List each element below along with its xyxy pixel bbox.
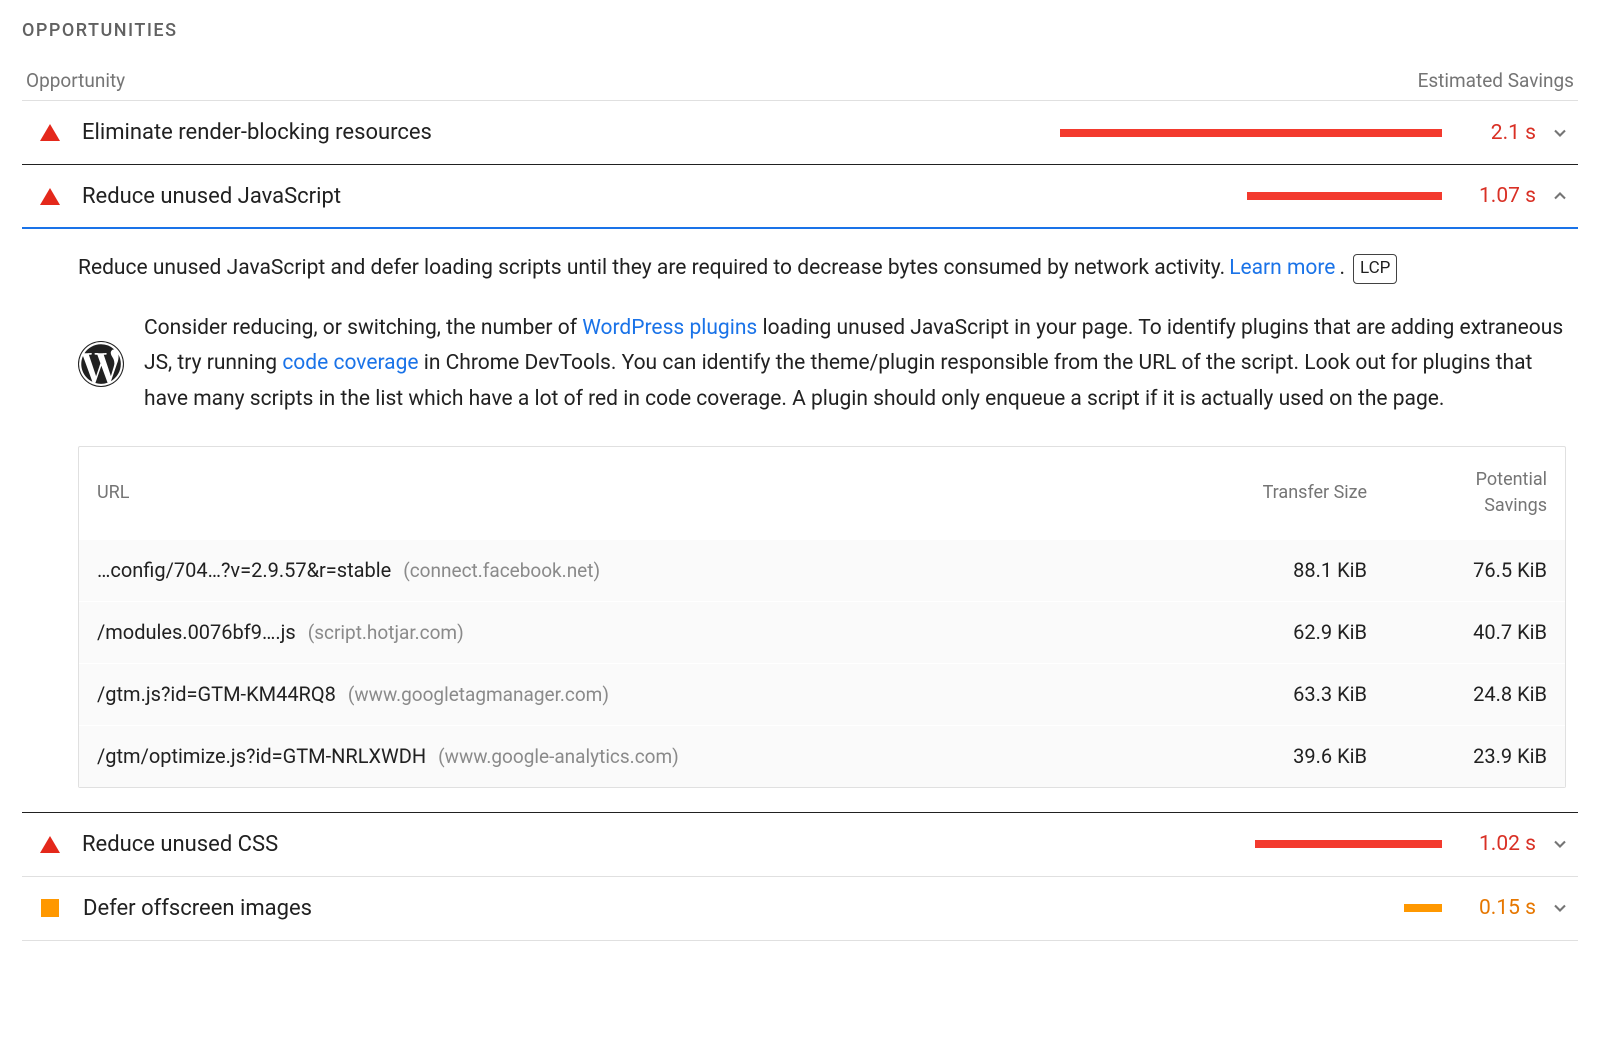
th-transfer: Transfer Size	[1187, 480, 1367, 505]
table-row: /gtm/optimize.js?id=GTM-NRLXWDH (www.goog…	[79, 725, 1565, 787]
url-table: URL Transfer Size PotentialSavings …conf…	[78, 446, 1566, 788]
opportunity-label: Defer offscreen images	[83, 896, 1060, 921]
warning-triangle-icon	[40, 836, 60, 853]
warning-triangle-icon	[40, 124, 60, 141]
col-savings: Estimated Savings	[1418, 69, 1574, 92]
detail-description: Reduce unused JavaScript and defer loadi…	[78, 253, 1566, 285]
savings-value: 1.02 s	[1464, 832, 1536, 856]
chevron-down-icon[interactable]	[1550, 123, 1570, 143]
transfer-size: 88.1 KiB	[1187, 558, 1367, 582]
potential-savings: 23.9 KiB	[1367, 744, 1547, 768]
opportunity-label: Reduce unused JavaScript	[82, 184, 1060, 209]
url-host: (script.hotjar.com)	[308, 621, 464, 644]
opportunity-label: Reduce unused CSS	[82, 832, 1060, 857]
wordpress-icon	[78, 341, 124, 387]
url-host: (www.google-analytics.com)	[438, 745, 679, 768]
chevron-down-icon[interactable]	[1550, 898, 1570, 918]
savings-bar	[1060, 192, 1442, 200]
learn-more-link[interactable]: Learn more	[1229, 253, 1335, 285]
warning-square-icon	[41, 899, 59, 917]
table-header: URL Transfer Size PotentialSavings	[79, 447, 1565, 539]
column-headers: Opportunity Estimated Savings	[22, 69, 1578, 101]
wordpress-plugins-link[interactable]: WordPress plugins	[582, 316, 757, 340]
col-opportunity: Opportunity	[26, 69, 125, 92]
lcp-badge: LCP	[1353, 254, 1397, 284]
url-path: /modules.0076bf9….js	[97, 620, 296, 644]
transfer-size: 62.9 KiB	[1187, 620, 1367, 644]
wp-text-1: Consider reducing, or switching, the num…	[144, 316, 582, 340]
opportunity-details: Reduce unused JavaScript and defer loadi…	[22, 229, 1578, 813]
th-url: URL	[97, 482, 1187, 503]
table-row: …config/704…?v=2.9.57&r=stable (connect.f…	[79, 539, 1565, 601]
desc-text: Reduce unused JavaScript and defer loadi…	[78, 253, 1225, 285]
savings-bar	[1060, 840, 1442, 848]
table-row: /gtm.js?id=GTM-KM44RQ8 (www.googletagmana…	[79, 663, 1565, 725]
url-path: /gtm.js?id=GTM-KM44RQ8	[97, 682, 336, 706]
opportunity-row[interactable]: Eliminate render-blocking resources 2.1 …	[22, 101, 1578, 165]
savings-bar	[1060, 904, 1442, 912]
savings-value: 1.07 s	[1464, 184, 1536, 208]
wordpress-text: Consider reducing, or switching, the num…	[144, 311, 1566, 418]
savings-value: 2.1 s	[1464, 121, 1536, 145]
transfer-size: 63.3 KiB	[1187, 682, 1367, 706]
potential-savings: 24.8 KiB	[1367, 682, 1547, 706]
warning-triangle-icon	[40, 188, 60, 205]
desc-suffix: .	[1339, 253, 1345, 285]
url-path: /gtm/optimize.js?id=GTM-NRLXWDH	[97, 744, 426, 768]
savings-value: 0.15 s	[1464, 896, 1536, 920]
chevron-up-icon[interactable]	[1550, 186, 1570, 206]
opportunity-label: Eliminate render-blocking resources	[82, 120, 1060, 145]
th-savings: PotentialSavings	[1367, 467, 1547, 517]
opportunity-row[interactable]: Reduce unused CSS 1.02 s	[22, 813, 1578, 877]
opportunity-row[interactable]: Defer offscreen images 0.15 s	[22, 877, 1578, 941]
table-row: /modules.0076bf9….js(script.hotjar.com) …	[79, 601, 1565, 663]
section-title: OPPORTUNITIES	[22, 20, 1578, 41]
wordpress-hint: Consider reducing, or switching, the num…	[78, 311, 1566, 418]
url-path: …config/704…?v=2.9.57&r=stable	[97, 558, 391, 582]
savings-bar	[1060, 129, 1442, 137]
potential-savings: 40.7 KiB	[1367, 620, 1547, 644]
chevron-down-icon[interactable]	[1550, 834, 1570, 854]
opportunity-row[interactable]: Reduce unused JavaScript 1.07 s	[22, 165, 1578, 229]
url-host: (connect.facebook.net)	[403, 559, 600, 582]
url-host: (www.googletagmanager.com)	[348, 683, 609, 706]
code-coverage-link[interactable]: code coverage	[282, 351, 418, 375]
transfer-size: 39.6 KiB	[1187, 744, 1367, 768]
potential-savings: 76.5 KiB	[1367, 558, 1547, 582]
